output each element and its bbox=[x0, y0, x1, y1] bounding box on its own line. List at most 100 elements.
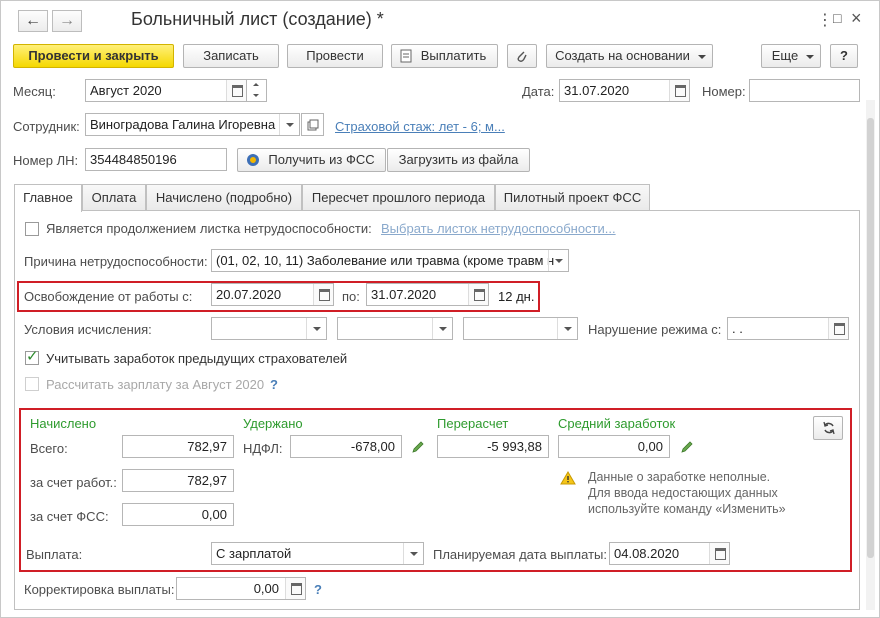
calendar-icon[interactable] bbox=[669, 80, 689, 101]
release-from-field[interactable]: 20.07.2020 bbox=[211, 283, 334, 306]
calendar-icon[interactable] bbox=[828, 318, 848, 339]
month-spinner[interactable] bbox=[246, 79, 267, 102]
tab-accrued-detail[interactable]: Начислено (подробно) bbox=[146, 184, 302, 211]
reason-label: Причина нетрудоспособности: bbox=[24, 254, 208, 269]
violation-date-field[interactable]: . . bbox=[727, 317, 849, 340]
calc-salary-checkbox[interactable] bbox=[25, 377, 39, 391]
fss-logo-icon bbox=[247, 154, 259, 166]
calc-salary-help-icon[interactable]: ? bbox=[270, 377, 278, 392]
chevron-down-icon bbox=[806, 55, 814, 59]
accrued-header: Начислено bbox=[30, 416, 97, 431]
more-label: Еще bbox=[771, 48, 799, 63]
get-from-fss-label: Получить из ФСС bbox=[268, 152, 375, 167]
fss-field[interactable]: 0,00 bbox=[122, 503, 234, 526]
dropdown-arrow-icon[interactable] bbox=[279, 114, 299, 135]
refresh-icon bbox=[823, 421, 835, 435]
prev-insurers-label: Учитывать заработок предыдущих страховат… bbox=[46, 351, 348, 366]
month-label: Месяц: bbox=[13, 84, 56, 99]
violation-label: Нарушение режима с: bbox=[588, 322, 722, 337]
pencil-icon[interactable] bbox=[411, 440, 425, 454]
payout-select[interactable]: С зарплатой bbox=[211, 542, 424, 565]
number-label: Номер: bbox=[702, 84, 746, 99]
dropdown-arrow-icon[interactable] bbox=[432, 318, 452, 339]
avg-earnings-field[interactable]: 0,00 bbox=[558, 435, 670, 458]
release-label: Освобождение от работы с: bbox=[24, 289, 193, 304]
ln-number-field[interactable]: 354484850196 bbox=[85, 148, 227, 171]
calendar-icon[interactable] bbox=[313, 284, 333, 305]
condition-1-select[interactable] bbox=[211, 317, 327, 340]
continuation-checkbox[interactable] bbox=[25, 222, 39, 236]
back-button[interactable]: ← bbox=[18, 10, 48, 32]
dropdown-arrow-icon[interactable] bbox=[557, 318, 577, 339]
get-from-fss-button[interactable]: Получить из ФСС bbox=[237, 148, 386, 172]
tab-recalc-previous[interactable]: Пересчет прошлого периода bbox=[302, 184, 495, 211]
date-field[interactable]: 31.07.2020 bbox=[559, 79, 690, 102]
dropdown-arrow-icon[interactable] bbox=[548, 250, 568, 271]
load-from-file-button[interactable]: Загрузить из файла bbox=[387, 148, 530, 172]
recalc-field[interactable]: -5 993,88 bbox=[437, 435, 549, 458]
insurance-period-link[interactable]: Страховой стаж: лет - 6; м... bbox=[335, 119, 505, 134]
choose-sheet-link[interactable]: Выбрать листок нетрудоспособности... bbox=[381, 221, 616, 236]
employee-field[interactable]: Виноградова Галина Игоревна bbox=[85, 113, 300, 136]
date-value: 31.07.2020 bbox=[564, 83, 630, 98]
conditions-label: Условия исчисления: bbox=[24, 322, 152, 337]
correction-field[interactable]: 0,00 bbox=[176, 577, 306, 600]
spin-up-icon bbox=[253, 83, 259, 86]
pencil-icon[interactable] bbox=[680, 440, 694, 454]
attach-button[interactable] bbox=[507, 44, 537, 68]
create-based-button[interactable]: Создать на основании bbox=[546, 44, 713, 68]
reason-field[interactable]: (01, 02, 10, 11) Заболевание или травма … bbox=[211, 249, 569, 272]
pay-button[interactable]: Выплатить bbox=[391, 44, 498, 68]
calendar-icon[interactable] bbox=[226, 80, 246, 101]
withheld-header: Удержано bbox=[243, 416, 303, 431]
dropdown-arrow-icon[interactable] bbox=[403, 543, 423, 564]
correction-label: Корректировка выплаты: bbox=[24, 582, 175, 597]
condition-3-select[interactable] bbox=[463, 317, 578, 340]
month-value: Август 2020 bbox=[90, 83, 162, 98]
date-label: Дата: bbox=[522, 84, 555, 99]
total-field[interactable]: 782,97 bbox=[122, 435, 234, 458]
open-employee-button[interactable] bbox=[301, 113, 324, 136]
correction-help-icon[interactable]: ? bbox=[314, 582, 322, 597]
warning-icon bbox=[560, 471, 576, 485]
fss-label: за счет ФСС: bbox=[30, 509, 109, 524]
refresh-button[interactable] bbox=[813, 416, 843, 440]
forward-button[interactable]: → bbox=[52, 10, 82, 32]
tab-payment[interactable]: Оплата bbox=[82, 184, 146, 211]
more-menu-icon[interactable]: ⋮ bbox=[817, 10, 833, 30]
month-field[interactable]: Август 2020 bbox=[85, 79, 247, 102]
avg-earnings-header: Средний заработок bbox=[558, 416, 676, 431]
employer-field[interactable]: 782,97 bbox=[122, 469, 234, 492]
release-to-field[interactable]: 31.07.2020 bbox=[366, 283, 489, 306]
tab-main[interactable]: Главное bbox=[14, 184, 82, 212]
maximize-icon[interactable]: □ bbox=[833, 10, 841, 26]
condition-2-select[interactable] bbox=[337, 317, 453, 340]
paperclip-icon bbox=[517, 51, 527, 62]
help-button[interactable]: ? bbox=[830, 44, 858, 68]
more-button[interactable]: Еще bbox=[761, 44, 821, 68]
ndfl-field[interactable]: -678,00 bbox=[290, 435, 402, 458]
scrollbar-thumb[interactable] bbox=[867, 118, 874, 558]
post-and-close-button[interactable]: Провести и закрыть bbox=[13, 44, 174, 68]
calendar-icon[interactable] bbox=[468, 284, 488, 305]
post-button[interactable]: Провести bbox=[287, 44, 383, 68]
document-icon bbox=[400, 49, 412, 63]
planned-date-field[interactable]: 04.08.2020 bbox=[609, 542, 730, 565]
total-label: Всего: bbox=[30, 441, 68, 456]
planned-date-label: Планируемая дата выплаты: bbox=[433, 547, 607, 562]
pay-button-label: Выплатить bbox=[420, 48, 487, 63]
recalc-header: Перерасчет bbox=[437, 416, 509, 431]
number-field[interactable] bbox=[749, 79, 860, 102]
tab-pilot-fss[interactable]: Пилотный проект ФСС bbox=[495, 184, 650, 211]
correction-value: 0,00 bbox=[253, 581, 279, 596]
violation-value: . . bbox=[732, 321, 743, 336]
save-button[interactable]: Записать bbox=[183, 44, 279, 68]
calculator-icon[interactable] bbox=[285, 578, 305, 599]
close-icon[interactable]: × bbox=[851, 8, 862, 29]
calendar-icon[interactable] bbox=[709, 543, 729, 564]
dropdown-arrow-icon[interactable] bbox=[306, 318, 326, 339]
spin-down-icon bbox=[253, 94, 259, 97]
release-to-value: 31.07.2020 bbox=[371, 287, 437, 302]
release-days: 12 дн. bbox=[498, 289, 535, 304]
ndfl-label: НДФЛ: bbox=[243, 441, 283, 456]
